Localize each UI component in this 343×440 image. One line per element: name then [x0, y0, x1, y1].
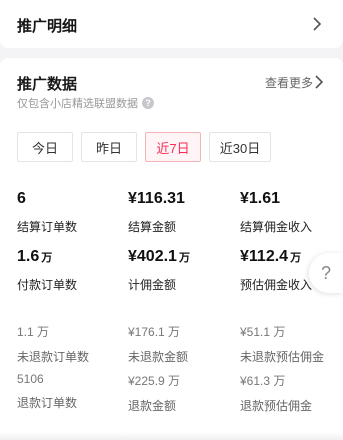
stat-value: ¥112.4	[240, 248, 289, 265]
chevron-right-icon[interactable]	[311, 16, 323, 32]
stat-label: 未退款订单数	[17, 350, 90, 364]
stat-value: 1.6	[17, 248, 40, 265]
stat-settle-orders: 6 结算订单数	[17, 190, 77, 235]
stat-est-commission: ¥112.4 万 预估佣金收入	[240, 248, 312, 293]
stat-unrefunded-est-commission: ¥51.1 万 未退款预估佣金	[240, 323, 324, 365]
stat-label: 未退款金额	[128, 350, 189, 364]
stat-settle-commission: ¥1.61 结算佣金收入	[240, 190, 312, 235]
data-scope-note: 仅包含小店精选联盟数据 ?	[17, 95, 154, 111]
stat-label: 结算订单数	[17, 220, 78, 234]
stat-refund-est-commission: ¥61.3 万 退款预估佣金	[240, 372, 312, 414]
stat-unit: 万	[290, 252, 302, 264]
data-scope-text: 仅包含小店精选联盟数据	[17, 98, 138, 110]
stat-settle-amount: ¥116.31 结算金额	[128, 190, 185, 235]
stat-label: 退款订单数	[17, 396, 78, 410]
promotion-detail-title: 推广明细	[17, 18, 78, 35]
stat-value: ¥402.1	[128, 248, 177, 265]
stat-value: 6	[17, 190, 26, 207]
stat-value: 1.1 万	[17, 325, 50, 339]
promotion-detail-row[interactable]: 推广明细	[0, 0, 343, 48]
stat-label: 退款金额	[128, 399, 177, 413]
stat-value: ¥51.1 万	[240, 325, 286, 339]
stat-unrefunded-amount: ¥176.1 万 未退款金额	[128, 323, 188, 365]
floating-help-button[interactable]: ?	[309, 253, 343, 293]
stat-label: 退款预估佣金	[240, 399, 313, 413]
date-range-tabs: 今日 昨日 近7日 近30日	[17, 132, 271, 162]
stat-value: ¥116.31	[128, 190, 185, 207]
stat-value: 5106	[17, 372, 44, 386]
tab-last-30-days[interactable]: 近30日	[209, 132, 271, 162]
stat-unit: 万	[178, 252, 190, 264]
question-mark-icon: ?	[320, 262, 331, 283]
stat-value: ¥225.9 万	[128, 374, 181, 388]
stat-label: 结算金额	[128, 220, 177, 234]
view-more-link[interactable]: 查看更多	[265, 74, 313, 91]
stat-value: ¥1.61	[240, 190, 281, 207]
tab-today[interactable]: 今日	[17, 132, 73, 162]
stat-paid-orders: 1.6 万 付款订单数	[17, 248, 77, 293]
promotion-data-title: 推广数据	[17, 76, 78, 93]
stat-label: 付款订单数	[17, 278, 78, 292]
stat-label: 结算佣金收入	[240, 220, 313, 234]
stat-commission-amount: ¥402.1 万 计佣金额	[128, 248, 190, 293]
stat-refund-orders: 5106 退款订单数	[17, 372, 77, 411]
stat-label: 计佣金额	[128, 278, 177, 292]
chevron-right-icon[interactable]	[313, 74, 325, 90]
stat-value: ¥61.3 万	[240, 374, 286, 388]
tab-yesterday[interactable]: 昨日	[81, 132, 137, 162]
promotion-data-card: 推广数据 查看更多 仅包含小店精选联盟数据 ? 今日 昨日 近7日 近30日 6…	[0, 58, 343, 440]
stat-label: 未退款预估佣金	[240, 350, 325, 364]
bottom-fade	[0, 432, 343, 440]
stat-refund-amount: ¥225.9 万 退款金额	[128, 372, 180, 414]
stat-label: 预估佣金收入	[240, 278, 313, 292]
stat-value: ¥176.1 万	[128, 325, 181, 339]
stat-unrefunded-orders: 1.1 万 未退款订单数	[17, 323, 89, 365]
tab-last-7-days[interactable]: 近7日	[145, 132, 201, 162]
help-icon[interactable]: ?	[142, 97, 154, 109]
stat-unit: 万	[41, 252, 53, 264]
